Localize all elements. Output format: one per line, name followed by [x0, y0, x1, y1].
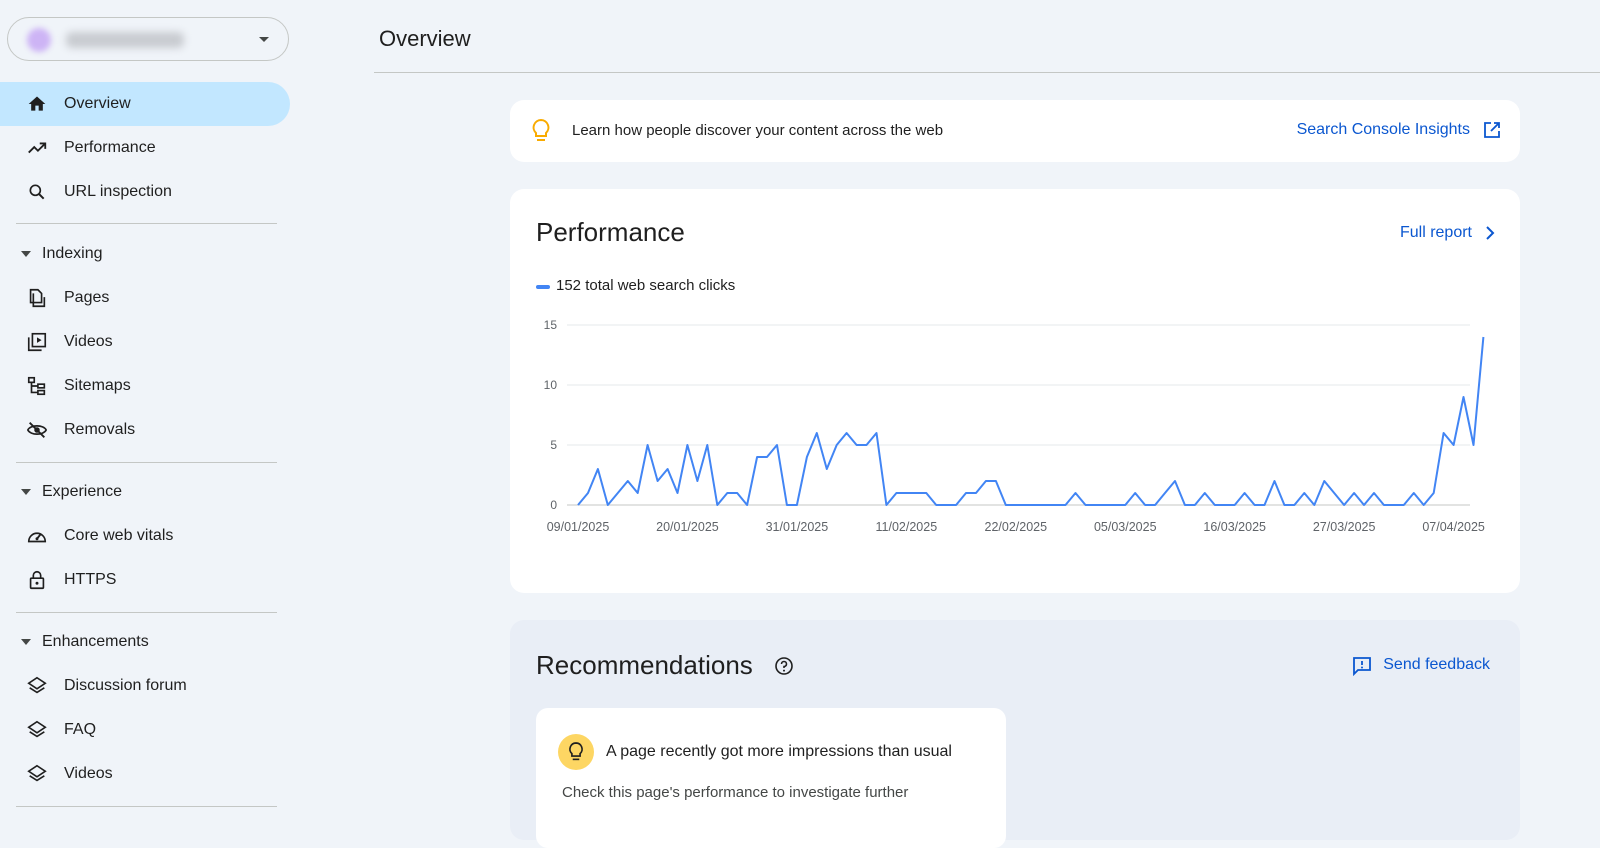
sidebar-item-label: Overview — [64, 95, 131, 112]
performance-card: Performance Full report 152 total web se… — [510, 189, 1520, 593]
section-label: Enhancements — [42, 633, 149, 650]
banner-text: Learn how people discover your content a… — [572, 122, 944, 139]
section-label: Experience — [42, 483, 123, 500]
eye-off-icon — [26, 419, 48, 441]
lightbulb-icon — [532, 118, 550, 141]
header-divider — [374, 72, 1600, 73]
sidebar-item-overview[interactable]: Overview — [0, 82, 290, 126]
section-label: Indexing — [42, 245, 103, 262]
sidebar-item-discussion-forum[interactable]: Discussion forum — [0, 664, 290, 708]
sidebar-item-label: URL inspection — [64, 183, 172, 200]
layers-icon — [26, 719, 48, 741]
sidebar-item-videos-enhancement[interactable]: Videos — [0, 752, 290, 796]
sidebar-item-label: Removals — [64, 421, 136, 438]
sidebar-item-removals[interactable]: Removals — [0, 408, 290, 452]
x-tick-label: 05/03/2025 — [1094, 520, 1157, 534]
legend-label: 152 total web search clicks — [556, 277, 736, 294]
open-in-new-icon[interactable] — [1482, 120, 1502, 140]
x-tick-label: 07/04/2025 — [1422, 520, 1485, 534]
x-tick-label: 20/01/2025 — [656, 520, 719, 534]
sidebar-item-label: Discussion forum — [64, 677, 187, 694]
clicks-line-chart: 0 5 10 15 09/01/2025 20/01/2025 31/01/2025 11/0… — [544, 318, 1485, 534]
caret-down-icon — [21, 251, 31, 257]
x-tick-label: 27/03/2025 — [1313, 520, 1376, 534]
x-tick-label: 09/01/2025 — [547, 520, 610, 534]
sidebar-item-label: Videos — [64, 333, 113, 350]
feedback-icon[interactable] — [1352, 656, 1372, 676]
section-enhancements[interactable]: Enhancements — [0, 622, 290, 662]
trending-up-icon — [26, 137, 48, 159]
search-icon — [26, 181, 48, 203]
sitemap-icon — [26, 375, 48, 397]
sidebar-item-label: Pages — [64, 289, 110, 306]
recommendation-description: Check this page's performance to investi… — [562, 784, 909, 801]
y-tick-label: 10 — [544, 378, 558, 392]
page-title: Overview — [379, 26, 471, 51]
full-report-link[interactable]: Full report — [1400, 224, 1472, 242]
recommendations-card: Recommendations Send feedback A page rec… — [510, 620, 1520, 848]
insights-banner: Learn how people discover your content a… — [510, 100, 1520, 162]
sidebar-item-faq[interactable]: FAQ — [0, 708, 290, 752]
search-console-insights-link[interactable]: Search Console Insights — [1297, 121, 1470, 139]
caret-down-icon — [21, 489, 31, 495]
sidebar-item-label: HTTPS — [64, 571, 117, 588]
property-avatar — [27, 28, 51, 52]
x-tick-label: 16/03/2025 — [1203, 520, 1266, 534]
sidebar-item-label: Sitemaps — [64, 377, 131, 394]
pages-icon — [26, 287, 48, 309]
divider — [16, 223, 277, 224]
sidebar: Overview Performance URL inspection Inde… — [0, 0, 300, 818]
video-library-icon — [26, 331, 48, 353]
home-icon — [26, 93, 48, 115]
sidebar-item-label: FAQ — [64, 721, 97, 738]
sidebar-item-sitemaps[interactable]: Sitemaps — [0, 364, 290, 408]
performance-title: Performance — [536, 217, 685, 247]
lightbulb-icon — [558, 734, 594, 770]
sidebar-item-videos[interactable]: Videos — [0, 320, 290, 364]
x-tick-label: 22/02/2025 — [985, 520, 1048, 534]
layers-icon — [26, 763, 48, 785]
divider — [16, 806, 277, 807]
property-selector[interactable] — [7, 17, 289, 61]
help-icon[interactable] — [774, 656, 794, 676]
x-tick-label: 31/01/2025 — [766, 520, 829, 534]
send-feedback-link[interactable]: Send feedback — [1383, 656, 1490, 674]
lock-icon — [26, 569, 48, 591]
section-experience[interactable]: Experience — [0, 472, 290, 512]
recommendations-title: Recommendations — [536, 650, 753, 680]
sidebar-item-url-inspection[interactable]: URL inspection — [0, 170, 290, 214]
clicks-series-line — [577, 336, 1485, 506]
sidebar-item-label: Core web vitals — [64, 527, 174, 544]
section-indexing[interactable]: Indexing — [0, 234, 290, 274]
sidebar-item-performance[interactable]: Performance — [0, 126, 290, 170]
divider — [16, 612, 277, 613]
sidebar-item-core-web-vitals[interactable]: Core web vitals — [0, 514, 290, 558]
caret-down-icon — [21, 639, 31, 645]
legend-swatch — [536, 285, 550, 289]
sidebar-item-label: Videos — [64, 765, 113, 782]
y-tick-label: 5 — [550, 438, 557, 452]
chevron-right-icon[interactable] — [1482, 225, 1498, 241]
sidebar-item-pages[interactable]: Pages — [0, 276, 290, 320]
y-tick-label: 0 — [550, 498, 557, 512]
recommendation-heading: A page recently got more impressions tha… — [606, 743, 952, 760]
divider — [16, 462, 277, 463]
chevron-down-icon — [259, 37, 269, 42]
property-name-redacted — [66, 32, 184, 48]
sidebar-item-label: Performance — [64, 139, 156, 156]
sidebar-item-https[interactable]: HTTPS — [0, 558, 290, 602]
y-tick-label: 15 — [544, 318, 558, 332]
speed-icon — [26, 525, 48, 547]
x-tick-label: 11/02/2025 — [876, 520, 938, 534]
recommendation-item[interactable]: A page recently got more impressions tha… — [536, 708, 1006, 848]
layers-icon — [26, 675, 48, 697]
